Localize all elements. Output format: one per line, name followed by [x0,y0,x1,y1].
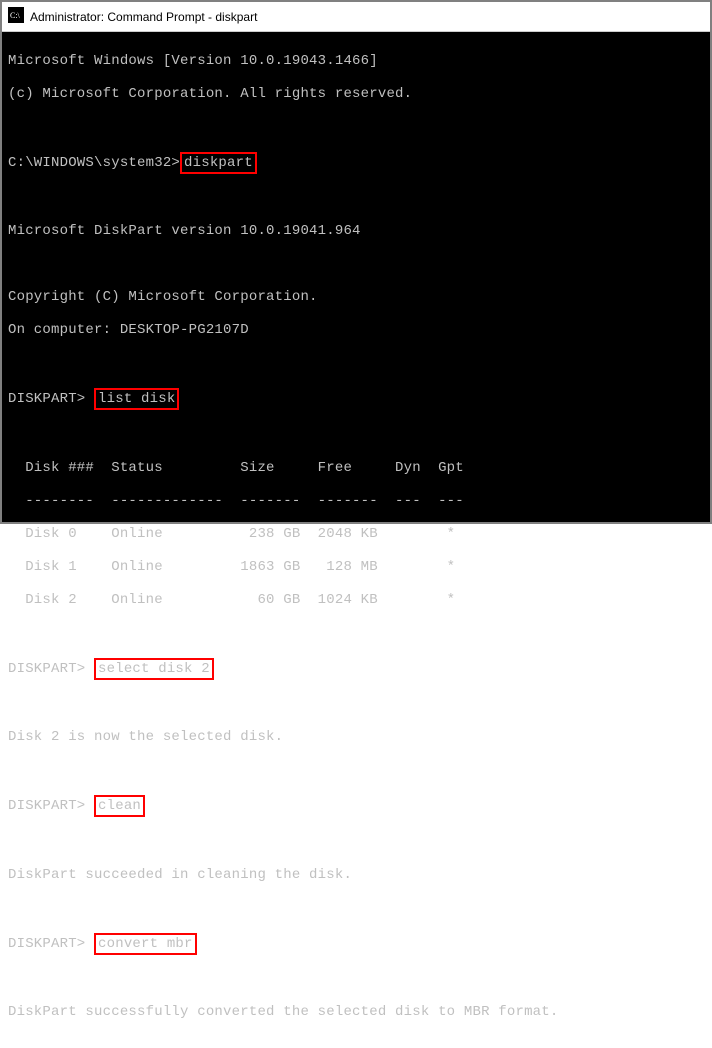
prompt-line: DISKPART> list disk [8,388,704,410]
svg-text:C:\: C:\ [10,11,21,20]
prompt-line: DISKPART> clean [8,795,704,817]
table-row: Disk 2 Online 60 GB 1024 KB * [8,592,704,609]
prompt-line: DISKPART> convert mbr [8,933,704,955]
blank-line [8,696,704,713]
output-line: DiskPart succeeded in cleaning the disk. [8,867,704,884]
command-highlight: convert mbr [94,933,197,955]
blank-line [8,900,704,917]
output-line: On computer: DESKTOP-PG2107D [8,322,704,339]
prompt-line: C:\WINDOWS\system32>diskpart [8,152,704,174]
output-line: Disk 2 is now the selected disk. [8,729,704,746]
diskpart-prompt: DISKPART> [8,798,94,814]
blank-line [8,427,704,444]
blank-line [8,971,704,988]
blank-line [8,256,704,273]
window-title: Administrator: Command Prompt - diskpart [30,10,257,24]
blank-line [8,355,704,372]
output-line: Copyright (C) Microsoft Corporation. [8,289,704,306]
output-line: DiskPart successfully converted the sele… [8,1004,704,1021]
system-prompt: C:\WINDOWS\system32> [8,155,180,171]
diskpart-prompt: DISKPART> [8,936,94,952]
table-divider: -------- ------------- ------- ------- -… [8,493,704,510]
blank-line [8,119,704,136]
diskpart-prompt: DISKPART> [8,391,94,407]
table-row: Disk 1 Online 1863 GB 128 MB * [8,559,704,576]
command-highlight: diskpart [180,152,257,174]
blank-line [8,1037,704,1048]
output-line: (c) Microsoft Corporation. All rights re… [8,86,704,103]
output-line: Microsoft DiskPart version 10.0.19041.96… [8,223,704,240]
terminal[interactable]: Microsoft Windows [Version 10.0.19043.14… [2,32,710,522]
command-highlight: select disk 2 [94,658,214,680]
table-header: Disk ### Status Size Free Dyn Gpt [8,460,704,477]
output-line: Microsoft Windows [Version 10.0.19043.14… [8,53,704,70]
blank-line [8,762,704,779]
table-row: Disk 0 Online 238 GB 2048 KB * [8,526,704,543]
command-highlight: clean [94,795,145,817]
blank-line [8,190,704,207]
prompt-line: DISKPART> select disk 2 [8,658,704,680]
blank-line [8,834,704,851]
cmd-icon: C:\ [8,7,24,26]
diskpart-prompt: DISKPART> [8,661,94,677]
command-highlight: list disk [94,388,179,410]
blank-line [8,625,704,642]
titlebar: C:\ Administrator: Command Prompt - disk… [2,2,710,32]
